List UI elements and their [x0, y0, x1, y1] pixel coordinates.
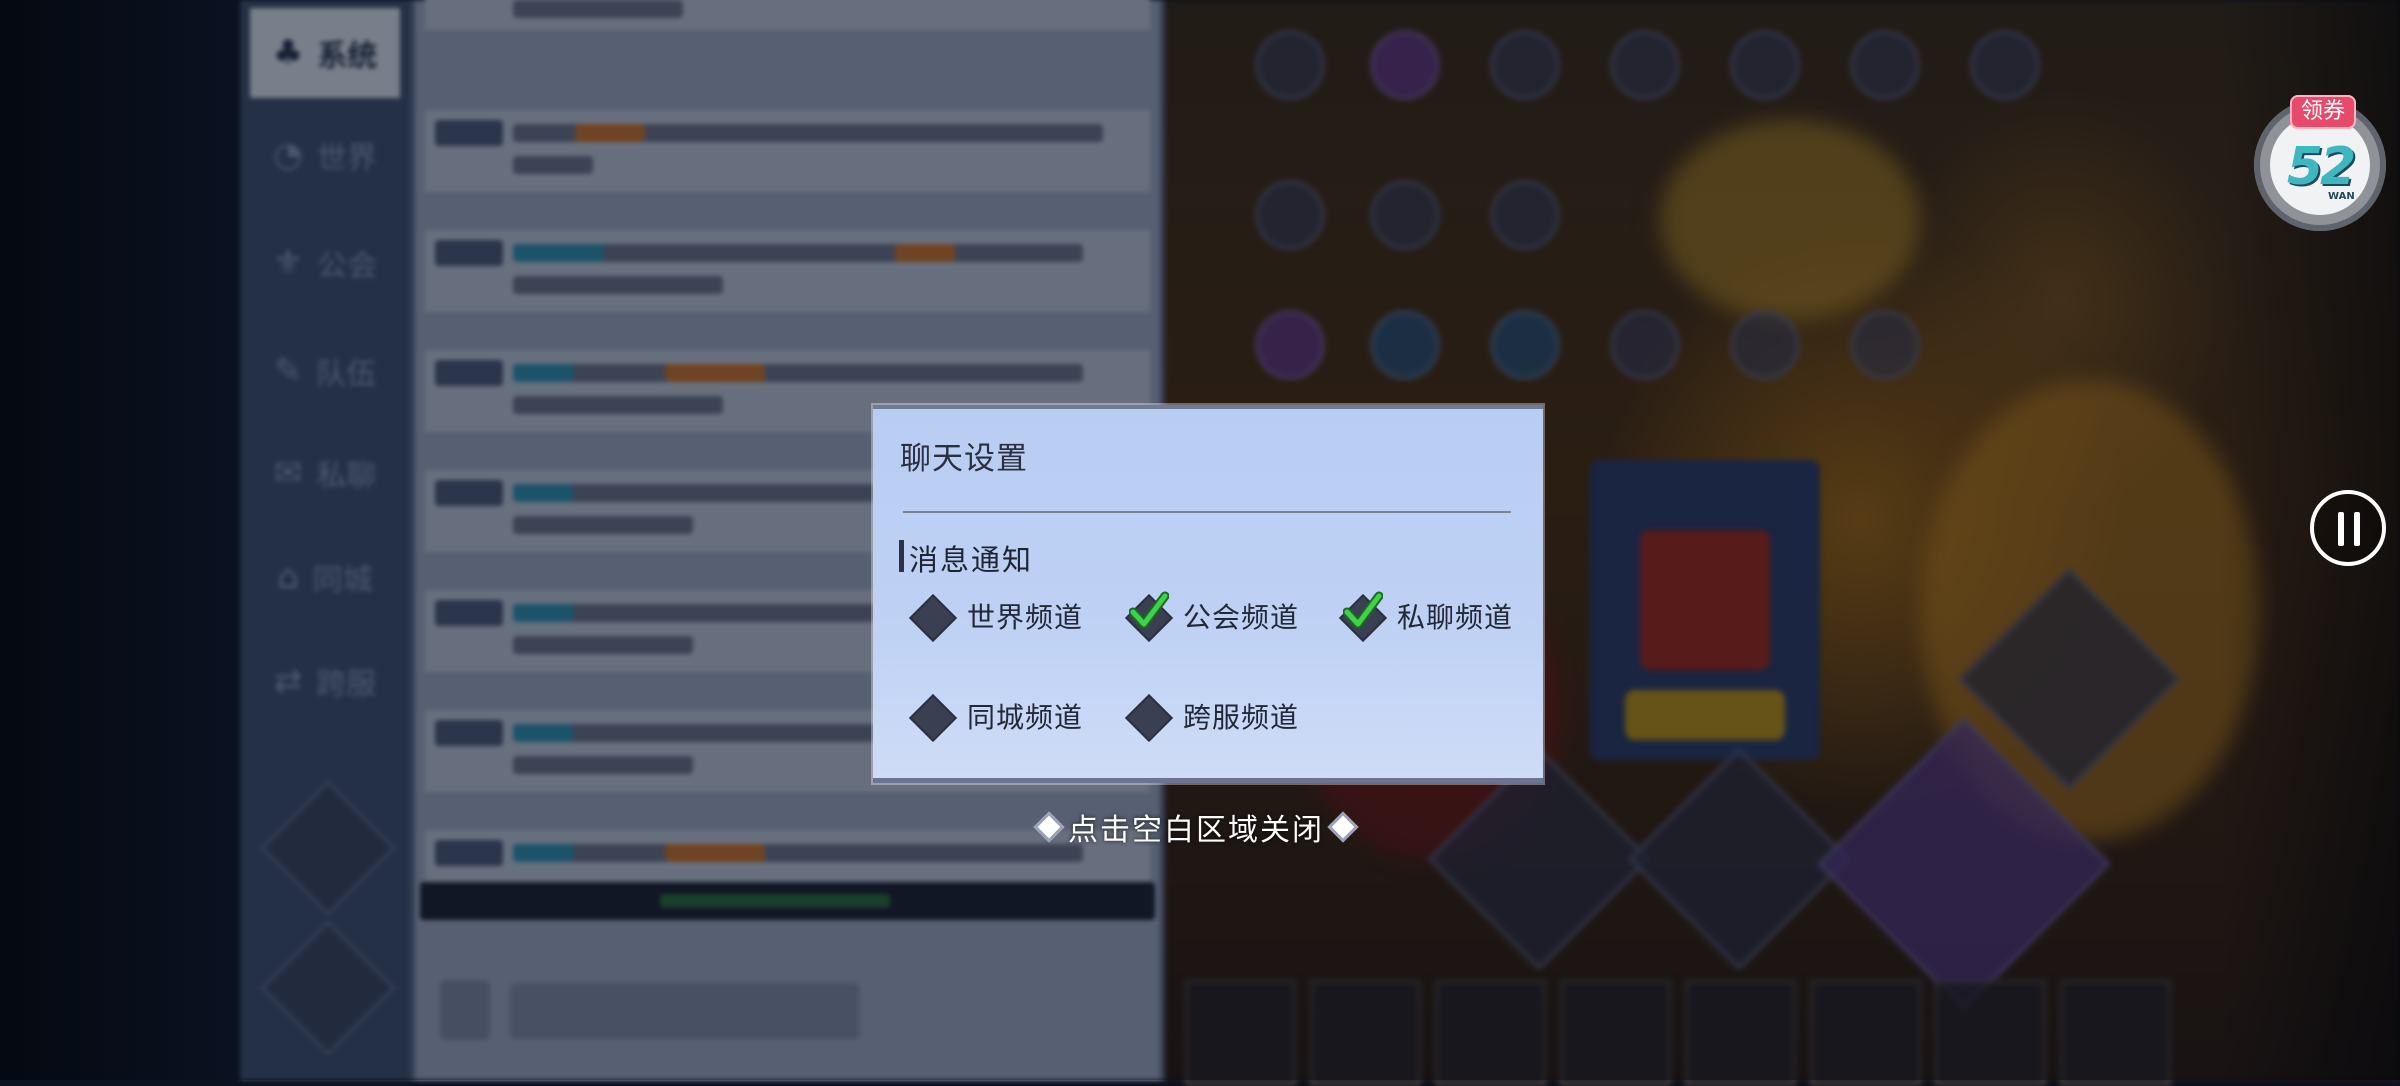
option-label: 跨服频道: [1183, 701, 1300, 734]
option-private-channel[interactable]: 私聊频道: [1337, 591, 1514, 643]
section-label: 消息通知: [909, 543, 1034, 577]
checkbox[interactable]: [907, 592, 958, 643]
pause-icon: [2338, 512, 2344, 546]
checkbox[interactable]: [1123, 591, 1174, 643]
coupon-sub: WAN: [2328, 191, 2355, 202]
option-guild-channel[interactable]: 公会频道: [1123, 591, 1300, 643]
checkbox[interactable]: [1123, 692, 1174, 743]
divider: [903, 511, 1511, 513]
checkbox[interactable]: [1337, 591, 1388, 643]
checkmark-icon: [1343, 591, 1383, 629]
option-cross-server-channel[interactable]: 跨服频道: [1123, 691, 1300, 743]
option-city-channel[interactable]: 同城频道: [907, 691, 1084, 743]
pause-button[interactable]: [2310, 490, 2386, 566]
diamond-icon: [1033, 811, 1065, 843]
dialog-title: 聊天设置: [900, 441, 1028, 477]
coupon-widget[interactable]: 52 WAN 领券: [2254, 95, 2386, 231]
checkmark-icon: [1129, 591, 1169, 629]
close-hint-text: 点击空白区域关闭: [1068, 813, 1324, 848]
checkbox[interactable]: [907, 692, 958, 743]
pause-icon: [2354, 512, 2360, 546]
close-hint[interactable]: 点击空白区域关闭: [1033, 805, 1359, 849]
option-label: 公会频道: [1183, 601, 1300, 634]
chat-settings-dialog: 聊天设置 消息通知 世界频道 公会频道 私聊频道 同城频道 跨服频道: [873, 405, 1543, 783]
option-label: 世界频道: [967, 601, 1084, 634]
option-label: 私聊频道: [1397, 601, 1514, 634]
option-label: 同城频道: [967, 701, 1084, 734]
section-marker: [899, 540, 904, 572]
coupon-badge: 领券: [2290, 95, 2356, 129]
coupon-logo: 52 WAN: [2270, 115, 2370, 215]
diamond-icon: [1327, 811, 1359, 843]
coupon-number: 52: [2286, 137, 2356, 197]
option-world-channel[interactable]: 世界频道: [907, 591, 1084, 643]
